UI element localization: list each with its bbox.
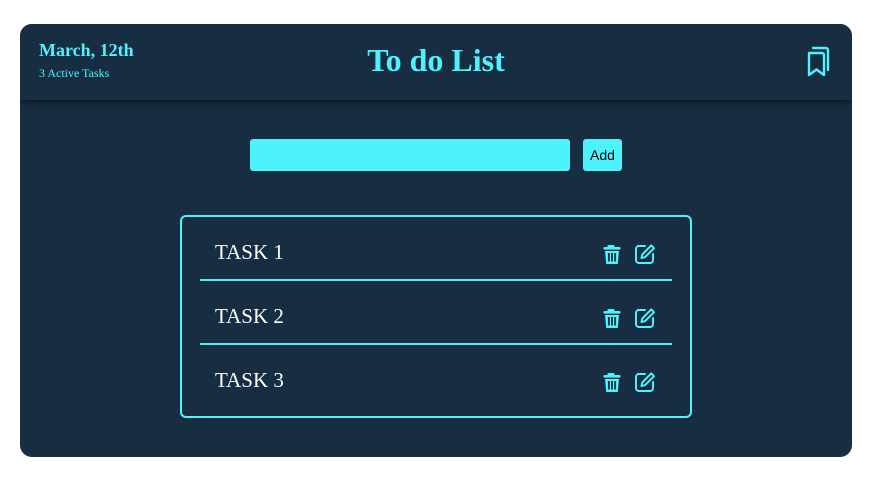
bookmarks-icon[interactable]: [804, 45, 830, 77]
trash-icon[interactable]: [601, 243, 623, 265]
edit-icon[interactable]: [634, 371, 656, 393]
task-label: TASK 3: [215, 368, 284, 392]
edit-icon[interactable]: [634, 307, 656, 329]
header: March, 12th 3 Active Tasks To do List: [20, 24, 852, 100]
task-label: TASK 1: [215, 240, 284, 264]
new-task-input[interactable]: [250, 139, 570, 171]
task-item: TASK 2: [200, 281, 672, 345]
trash-icon[interactable]: [601, 307, 623, 329]
add-task-button[interactable]: Add: [583, 139, 622, 171]
edit-icon[interactable]: [634, 243, 656, 265]
task-label: TASK 2: [215, 304, 284, 328]
trash-icon[interactable]: [601, 371, 623, 393]
todo-app: March, 12th 3 Active Tasks To do List Ad…: [20, 24, 852, 457]
task-item: TASK 3: [200, 345, 672, 407]
page-title: To do List: [367, 42, 505, 78]
task-item: TASK 1: [200, 217, 672, 281]
task-list: TASK 1 TASK 2 TASK 3: [180, 215, 692, 418]
